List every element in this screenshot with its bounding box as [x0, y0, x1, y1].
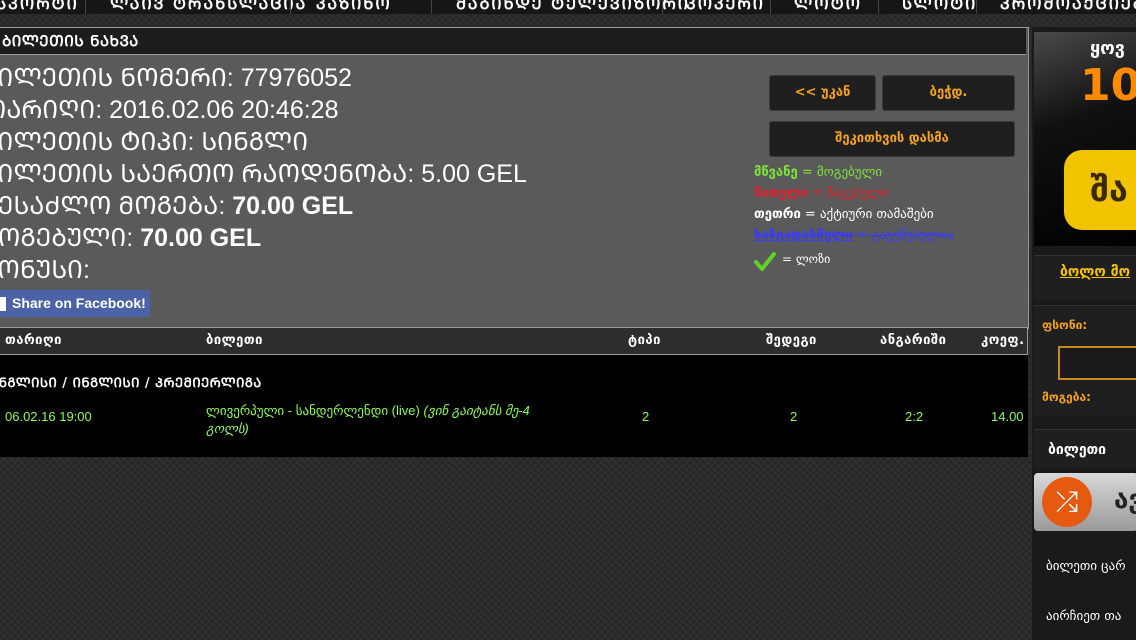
col-type: ტიპი: [628, 333, 661, 348]
banner-number: 10: [1080, 60, 1136, 111]
stake-input[interactable]: [1058, 346, 1136, 380]
check-icon: [754, 252, 776, 271]
ask-question-button[interactable]: შეკითხვის დასმა: [769, 121, 1015, 157]
ticket-view-panel: ᲑᲘᲚᲔᲗᲘᲡ ᲜᲐᲮᲕᲐ ᲑᲘᲚᲔᲗᲘᲡ ᲜᲝᲛᲔᲠᲘ: 77976052 Თ…: [0, 27, 1029, 329]
ticket-head-box: ბილეთი: [1034, 429, 1136, 468]
choose-link[interactable]: აირჩიეთ თა: [1046, 609, 1121, 624]
col-result: შედეგი: [766, 333, 817, 348]
type-label: ᲑᲘᲚᲔᲗᲘᲡ ᲢᲘᲞᲘ:: [0, 128, 195, 156]
col-score: ანგარიში: [880, 333, 947, 348]
type-value: ᲡᲘᲜᲒᲚᲘ: [201, 128, 309, 156]
legend-blue-word: ხაზგადასმული: [754, 228, 853, 243]
total-value: 5.00 GEL: [421, 160, 527, 188]
legend-blue-text: = გაუქმებულია: [852, 228, 954, 243]
type-row: ᲑᲘᲚᲔᲗᲘᲡ ᲢᲘᲞᲘ: ᲡᲘᲜᲒᲚᲘ: [0, 126, 527, 158]
ticket-heading: ბილეთი: [1048, 442, 1107, 458]
legend-check-text: = ლოზი: [782, 252, 831, 266]
won-row: ᲛᲝᲒᲔᲑᲣᲚᲘ: 70.00 GEL: [0, 222, 527, 254]
nav-item-tv-games[interactable]: ᲛᲐᲑᲘᲜᲓᲔ ᲢᲔᲚᲔᲕᲘᲖᲝᲠᲘ: [456, 0, 690, 14]
random-ticket-button[interactable]: ⤮ ავ: [1034, 473, 1136, 531]
nav-item-promo[interactable]: ᲞᲠᲝᲛᲝᲐᲥᲪᲘᲔᲑᲘ: [1000, 0, 1136, 14]
last-bets-box: ბოლო მო: [1034, 255, 1136, 300]
stake-label: ფსონი:: [1042, 318, 1088, 332]
random-button-label: ავ: [1114, 485, 1136, 515]
nav-item-lotto[interactable]: ᲚᲝᲢᲝ: [794, 0, 862, 14]
nav-item-sport[interactable]: ᲡᲞᲝᲠᲢᲘ: [0, 0, 79, 14]
nav-separator: [662, 0, 663, 14]
date-label: ᲗᲐᲠᲘᲦᲘ:: [0, 96, 103, 124]
row-date: 06.02.16 19:00: [5, 409, 92, 424]
won-label: ᲛᲝᲒᲔᲑᲣᲚᲘ:: [0, 224, 134, 252]
facebook-share-button[interactable]: Share on Facebook!: [0, 290, 150, 317]
row-type: 2: [642, 409, 650, 424]
legend-white-word: თეთრი: [754, 207, 801, 222]
table-header: თარიღი ბილეთი ტიპი შედეგი ანგარიში კოეფ.: [0, 327, 1028, 355]
row-score: 2:2: [905, 409, 924, 424]
ticket-number-value: 77976052: [240, 64, 352, 92]
date-value: 2016.02.06 20:46:28: [109, 96, 339, 124]
ticket-number-label: ᲑᲘᲚᲔᲗᲘᲡ ᲜᲝᲛᲔᲠᲘ:: [0, 64, 234, 92]
back-button[interactable]: << უკან: [769, 75, 876, 111]
table-body: ᲘᲜᲒᲚᲘᲡᲘ / ᲘᲜᲒᲚᲘᲡᲘ / ᲞᲠᲔᲛᲘᲔᲠᲚᲘᲒᲐ 06.02.16…: [0, 355, 1028, 457]
promo-banner[interactable]: ყოვ 10 შა: [1034, 32, 1136, 246]
nav-item-slot[interactable]: ᲡᲚᲝᲢᲘ: [902, 0, 977, 14]
row-match: ლივერპული - სანდერლენდი (live) (ვინ გაიტ…: [206, 402, 566, 438]
nav-item-casino[interactable]: ᲙᲐᲖᲘᲜᲝ: [316, 0, 392, 14]
won-value: 70.00 GEL: [140, 224, 262, 252]
legend-white-text: = აქტიური თამაშები: [800, 207, 934, 222]
facebook-share-label: Share on Facebook!: [12, 295, 146, 311]
row-result: 2: [790, 409, 798, 424]
date-row: ᲗᲐᲠᲘᲦᲘ: 2016.02.06 20:46:28: [0, 94, 527, 126]
banner-mid-text: შა: [1064, 150, 1136, 230]
col-ticket: ბილეთი: [206, 333, 263, 348]
col-date: თარიღი: [5, 333, 62, 348]
top-navigation: ᲡᲞᲝᲠᲢᲘ ᲚᲐᲘᲕ ᲢᲠᲐᲜᲡᲚᲐᲪᲘᲐ ᲙᲐᲖᲘᲜᲝ ᲛᲐᲑᲘᲜᲓᲔ ᲢᲔ…: [0, 0, 1136, 14]
panel-title: ᲑᲘᲚᲔᲗᲘᲡ ᲜᲐᲮᲕᲐ: [2, 32, 139, 50]
nav-separator: [976, 0, 977, 14]
panel-header: ᲑᲘᲚᲔᲗᲘᲡ ᲜᲐᲮᲕᲐ: [0, 28, 1026, 55]
right-sidebar: ყოვ 10 შა ბოლო მო ფსონი: მოგება: ბილეთი …: [1032, 27, 1136, 640]
league-title: ᲘᲜᲒᲚᲘᲡᲘ / ᲘᲜᲒᲚᲘᲡᲘ / ᲞᲠᲔᲛᲘᲔᲠᲚᲘᲒᲐ: [0, 376, 262, 391]
total-row: ᲑᲘᲚᲔᲗᲘᲡ ᲡᲐᲔᲠᲗᲝ ᲠᲐᲝᲓᲔᲜᲝᲑᲐ: 5.00 GEL: [0, 158, 527, 190]
legend-green: მწვანე = მოგებული: [754, 165, 882, 180]
nav-item-live[interactable]: ᲚᲐᲘᲕ ᲢᲠᲐᲜᲡᲚᲐᲪᲘᲐ: [110, 0, 307, 14]
row-match-name: ლივერპული - სანდერლენდი (live): [206, 403, 420, 418]
nav-separator: [770, 0, 771, 14]
bonus-label: ᲑᲝᲜᲣᲡᲘ:: [0, 256, 90, 284]
shuffle-icon: ⤮: [1042, 477, 1092, 527]
legend-green-word: მწვანე: [754, 165, 798, 180]
legend-red: წითელი = წაგებული: [754, 186, 889, 201]
total-label: ᲑᲘᲚᲔᲗᲘᲡ ᲡᲐᲔᲠᲗᲝ ᲠᲐᲝᲓᲔᲜᲝᲑᲐ:: [0, 160, 415, 188]
nav-separator: [290, 0, 291, 14]
nav-separator: [85, 0, 86, 14]
facebook-icon: [0, 297, 6, 312]
ticket-number-row: ᲑᲘᲚᲔᲗᲘᲡ ᲜᲝᲛᲔᲠᲘ: 77976052: [0, 62, 527, 94]
win-label: მოგება:: [1042, 390, 1091, 404]
legend-red-text: = წაგებული: [807, 186, 889, 201]
banner-top-text: ყოვ: [1090, 38, 1125, 59]
last-bets-link[interactable]: ბოლო მო: [1060, 264, 1130, 280]
possible-win-value: 70.00 GEL: [232, 192, 354, 220]
print-button[interactable]: ბეჭდ.: [882, 75, 1015, 111]
ticket-info: ᲑᲘᲚᲔᲗᲘᲡ ᲜᲝᲛᲔᲠᲘ: 77976052 ᲗᲐᲠᲘᲦᲘ: 2016.02…: [0, 62, 527, 286]
bet-slip-box: ფსონი: მოგება:: [1034, 305, 1136, 416]
bonus-row: ᲑᲝᲜᲣᲡᲘ:: [0, 254, 527, 286]
legend-blue: ხაზგადასმული = გაუქმებულია: [754, 228, 954, 243]
legend-green-text: = მოგებული: [797, 165, 883, 180]
nav-separator: [431, 0, 432, 14]
nav-separator: [878, 0, 879, 14]
possible-win-label: ᲨᲔᲡᲐᲫᲚᲝ ᲛᲝᲒᲔᲑᲐ:: [0, 192, 226, 220]
possible-win-row: ᲨᲔᲡᲐᲫᲚᲝ ᲛᲝᲒᲔᲑᲐ: 70.00 GEL: [0, 190, 527, 222]
legend-red-word: წითელი: [754, 186, 808, 201]
col-coef: კოეფ.: [981, 333, 1025, 348]
nav-item-poker[interactable]: ᲞᲝᲙᲔᲠᲘ: [686, 0, 765, 14]
row-coef: 14.00: [991, 409, 1024, 424]
legend-white: თეთრი = აქტიური თამაშები: [754, 207, 934, 222]
ticket-list-link[interactable]: ბილეთი ცარ: [1046, 559, 1126, 574]
